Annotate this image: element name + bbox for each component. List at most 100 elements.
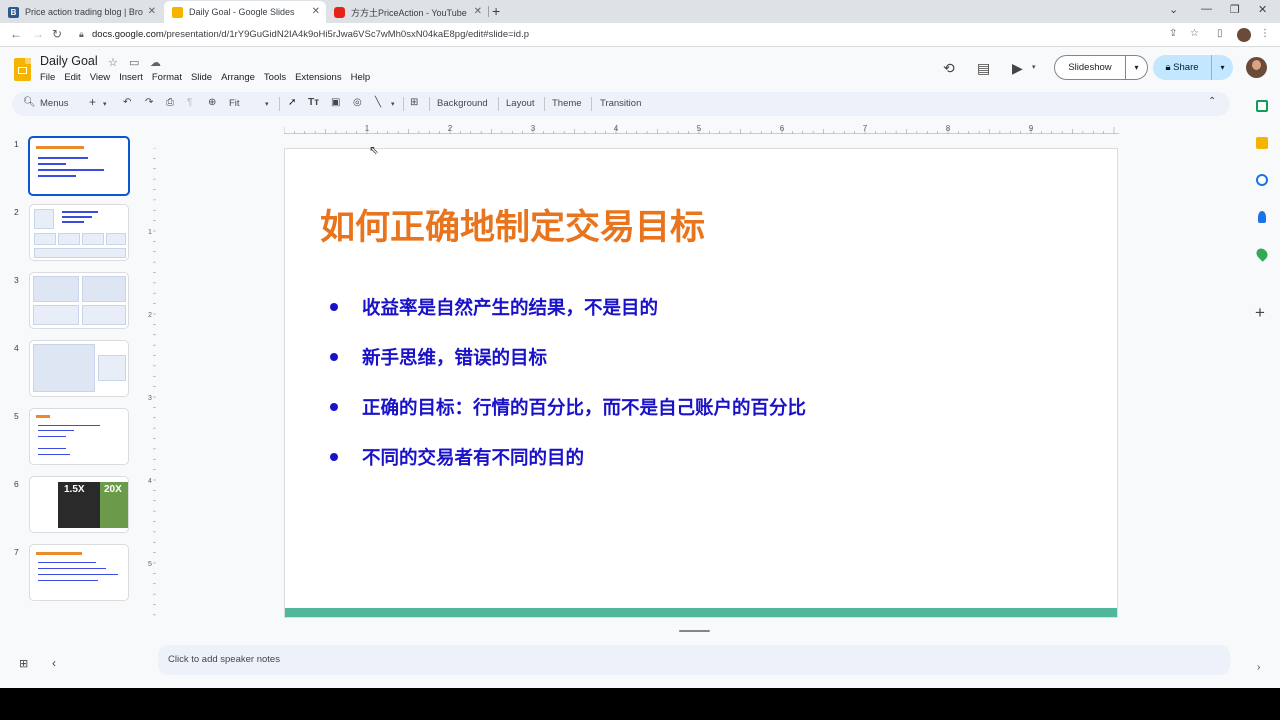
menu-extensions[interactable]: Extensions (295, 72, 341, 83)
menu-help[interactable]: Help (351, 72, 371, 83)
background-button[interactable]: Background (437, 98, 488, 109)
meet-camera-icon[interactable]: ▶ (1012, 60, 1023, 77)
search-menus-label[interactable]: Menus (40, 98, 69, 109)
slide-bullet-item[interactable]: 新手思维，错误的目标 (330, 344, 547, 370)
version-history-icon[interactable]: ⟲ (943, 60, 955, 77)
insert-image-icon[interactable]: ▣ (331, 97, 340, 108)
menu-insert[interactable]: Insert (119, 72, 143, 83)
menu-slide[interactable]: Slide (191, 72, 212, 83)
notes-resize-handle[interactable] (679, 630, 710, 632)
select-cursor-icon[interactable]: ➚ (288, 97, 296, 108)
close-window-icon[interactable]: ✕ (1258, 3, 1267, 16)
bookmark-star-icon[interactable]: ☆ (1190, 28, 1199, 39)
slide-bullet-item[interactable]: 不同的交易者有不同的目的 (330, 444, 584, 470)
horizontal-ruler[interactable]: 1 2 3 4 5 6 7 8 9 (284, 122, 1119, 134)
star-icon[interactable]: ☆ (108, 56, 118, 69)
menu-file[interactable]: File (40, 72, 55, 83)
close-tab-icon[interactable]: ✕ (148, 6, 156, 17)
url-field[interactable]: docs.google.com/presentation/d/1rY9GuGid… (92, 26, 529, 42)
share-button[interactable]: 🔒︎ Share ▾ (1153, 55, 1233, 80)
ruler-label: 2 (448, 124, 453, 133)
print-icon[interactable]: ⎙ (166, 97, 174, 108)
share-dropdown-icon[interactable]: ▾ (1212, 63, 1233, 72)
thumb-chart (58, 233, 80, 245)
tab-search-icon[interactable]: ⌄ (1169, 3, 1178, 16)
slideshow-dropdown-icon[interactable]: ▾ (1126, 63, 1147, 72)
menu-arrange[interactable]: Arrange (221, 72, 255, 83)
comments-icon[interactable]: ▤ (977, 60, 990, 77)
ruler-label: 3 (531, 124, 536, 133)
paint-format-icon[interactable]: ¶ (187, 97, 192, 108)
thumb-text-line (38, 425, 100, 426)
show-side-panel-icon[interactable]: › (1257, 662, 1260, 673)
browser-menu-icon[interactable]: ⋮ (1260, 28, 1270, 39)
toolbar-separator (403, 97, 404, 111)
slide-thumbnail-4[interactable] (29, 340, 129, 397)
undo-icon[interactable]: ↶ (123, 97, 131, 108)
transition-button[interactable]: Transition (600, 98, 641, 109)
search-menus-icon[interactable]: 🔍︎ (23, 97, 36, 108)
redo-icon[interactable]: ↷ (145, 97, 153, 108)
menu-edit[interactable]: Edit (64, 72, 80, 83)
account-avatar[interactable] (1246, 57, 1267, 78)
reload-icon[interactable]: ↻ (52, 27, 62, 41)
share-text: Share (1173, 62, 1199, 73)
vertical-ruler[interactable]: 1 2 3 4 5 (144, 148, 156, 618)
browser-tab-youtube[interactable]: 方方土PriceAction - YouTube ✕ (326, 1, 488, 23)
zoom-dropdown-icon[interactable]: ▾ (265, 100, 269, 108)
slide-thumbnail-3[interactable] (29, 272, 129, 329)
close-tab-icon[interactable]: ✕ (474, 6, 482, 17)
slide-thumbnail-5[interactable] (29, 408, 129, 465)
meet-dropdown-icon[interactable]: ▾ (1032, 63, 1036, 71)
side-panel-icon[interactable]: ▯ (1217, 28, 1223, 39)
new-slide-dropdown-icon[interactable]: ▾ (103, 100, 107, 108)
share-page-icon[interactable]: ⇪ (1169, 28, 1177, 39)
line-icon[interactable]: ╲ (375, 97, 381, 108)
speaker-notes[interactable]: Click to add speaker notes (158, 645, 1230, 675)
lock-icon[interactable]: 🔒︎ (79, 29, 84, 40)
zoom-select[interactable]: Fit (229, 98, 240, 109)
slide-thumbnail-7[interactable] (29, 544, 129, 601)
grid-view-icon[interactable]: ⊞ (19, 657, 28, 670)
calendar-icon[interactable] (1256, 100, 1268, 112)
theme-button[interactable]: Theme (552, 98, 582, 109)
slide-thumbnail-1[interactable] (28, 136, 130, 196)
slide-canvas[interactable]: 如何正确地制定交易目标 收益率是自然产生的结果，不是目的 新手思维，错误的目标 … (284, 148, 1118, 618)
insert-comment-icon[interactable]: ⊞ (410, 97, 418, 108)
contacts-icon[interactable] (1258, 211, 1266, 223)
collapse-toolbar-icon[interactable]: ⌃ (1208, 96, 1216, 107)
move-folder-icon[interactable]: ▭ (129, 56, 139, 69)
slide-number: 5 (14, 411, 19, 421)
slides-logo-icon[interactable] (14, 58, 31, 81)
zoom-icon[interactable]: ⊕ (208, 97, 216, 108)
menu-format[interactable]: Format (152, 72, 182, 83)
slide-bullet-item[interactable]: 正确的目标：行情的百分比，而不是自己账户的百分比 (330, 394, 806, 420)
browser-tab-blog[interactable]: B Price action trading blog | Bro ✕ (0, 1, 162, 23)
get-addons-icon[interactable]: + (1255, 303, 1265, 323)
profile-avatar[interactable] (1237, 28, 1251, 42)
text-box-icon[interactable]: Tт (308, 97, 319, 108)
slide-thumbnail-2[interactable] (29, 204, 129, 261)
menu-tools[interactable]: Tools (264, 72, 286, 83)
new-tab-icon[interactable]: + (492, 3, 500, 19)
slide-thumbnail-6[interactable]: 1.5X 20X (29, 476, 129, 533)
document-title[interactable]: Daily Goal (40, 54, 98, 68)
back-icon[interactable]: ← (10, 27, 22, 41)
slide-title[interactable]: 如何正确地制定交易目标 (320, 199, 705, 250)
line-dropdown-icon[interactable]: ▾ (391, 100, 395, 108)
restore-icon[interactable]: ❐ (1230, 3, 1240, 16)
layout-button[interactable]: Layout (506, 98, 535, 109)
minimize-icon[interactable]: — (1201, 3, 1212, 15)
keep-icon[interactable] (1256, 137, 1268, 149)
collapse-filmstrip-icon[interactable]: ‹ (52, 656, 56, 670)
close-tab-icon[interactable]: ✕ (312, 6, 320, 17)
slide-bullet-item[interactable]: 收益率是自然产生的结果，不是目的 (330, 294, 658, 320)
tasks-icon[interactable] (1256, 174, 1268, 186)
shape-icon[interactable]: ◎ (353, 97, 362, 108)
menu-view[interactable]: View (90, 72, 110, 83)
forward-icon[interactable]: → (32, 27, 44, 41)
slideshow-button[interactable]: Slideshow ▾ (1054, 55, 1148, 80)
browser-tab-slides[interactable]: Daily Goal - Google Slides ✕ (164, 1, 326, 23)
new-slide-icon[interactable]: + (89, 95, 96, 109)
cloud-status-icon[interactable]: ☁ (150, 56, 161, 69)
